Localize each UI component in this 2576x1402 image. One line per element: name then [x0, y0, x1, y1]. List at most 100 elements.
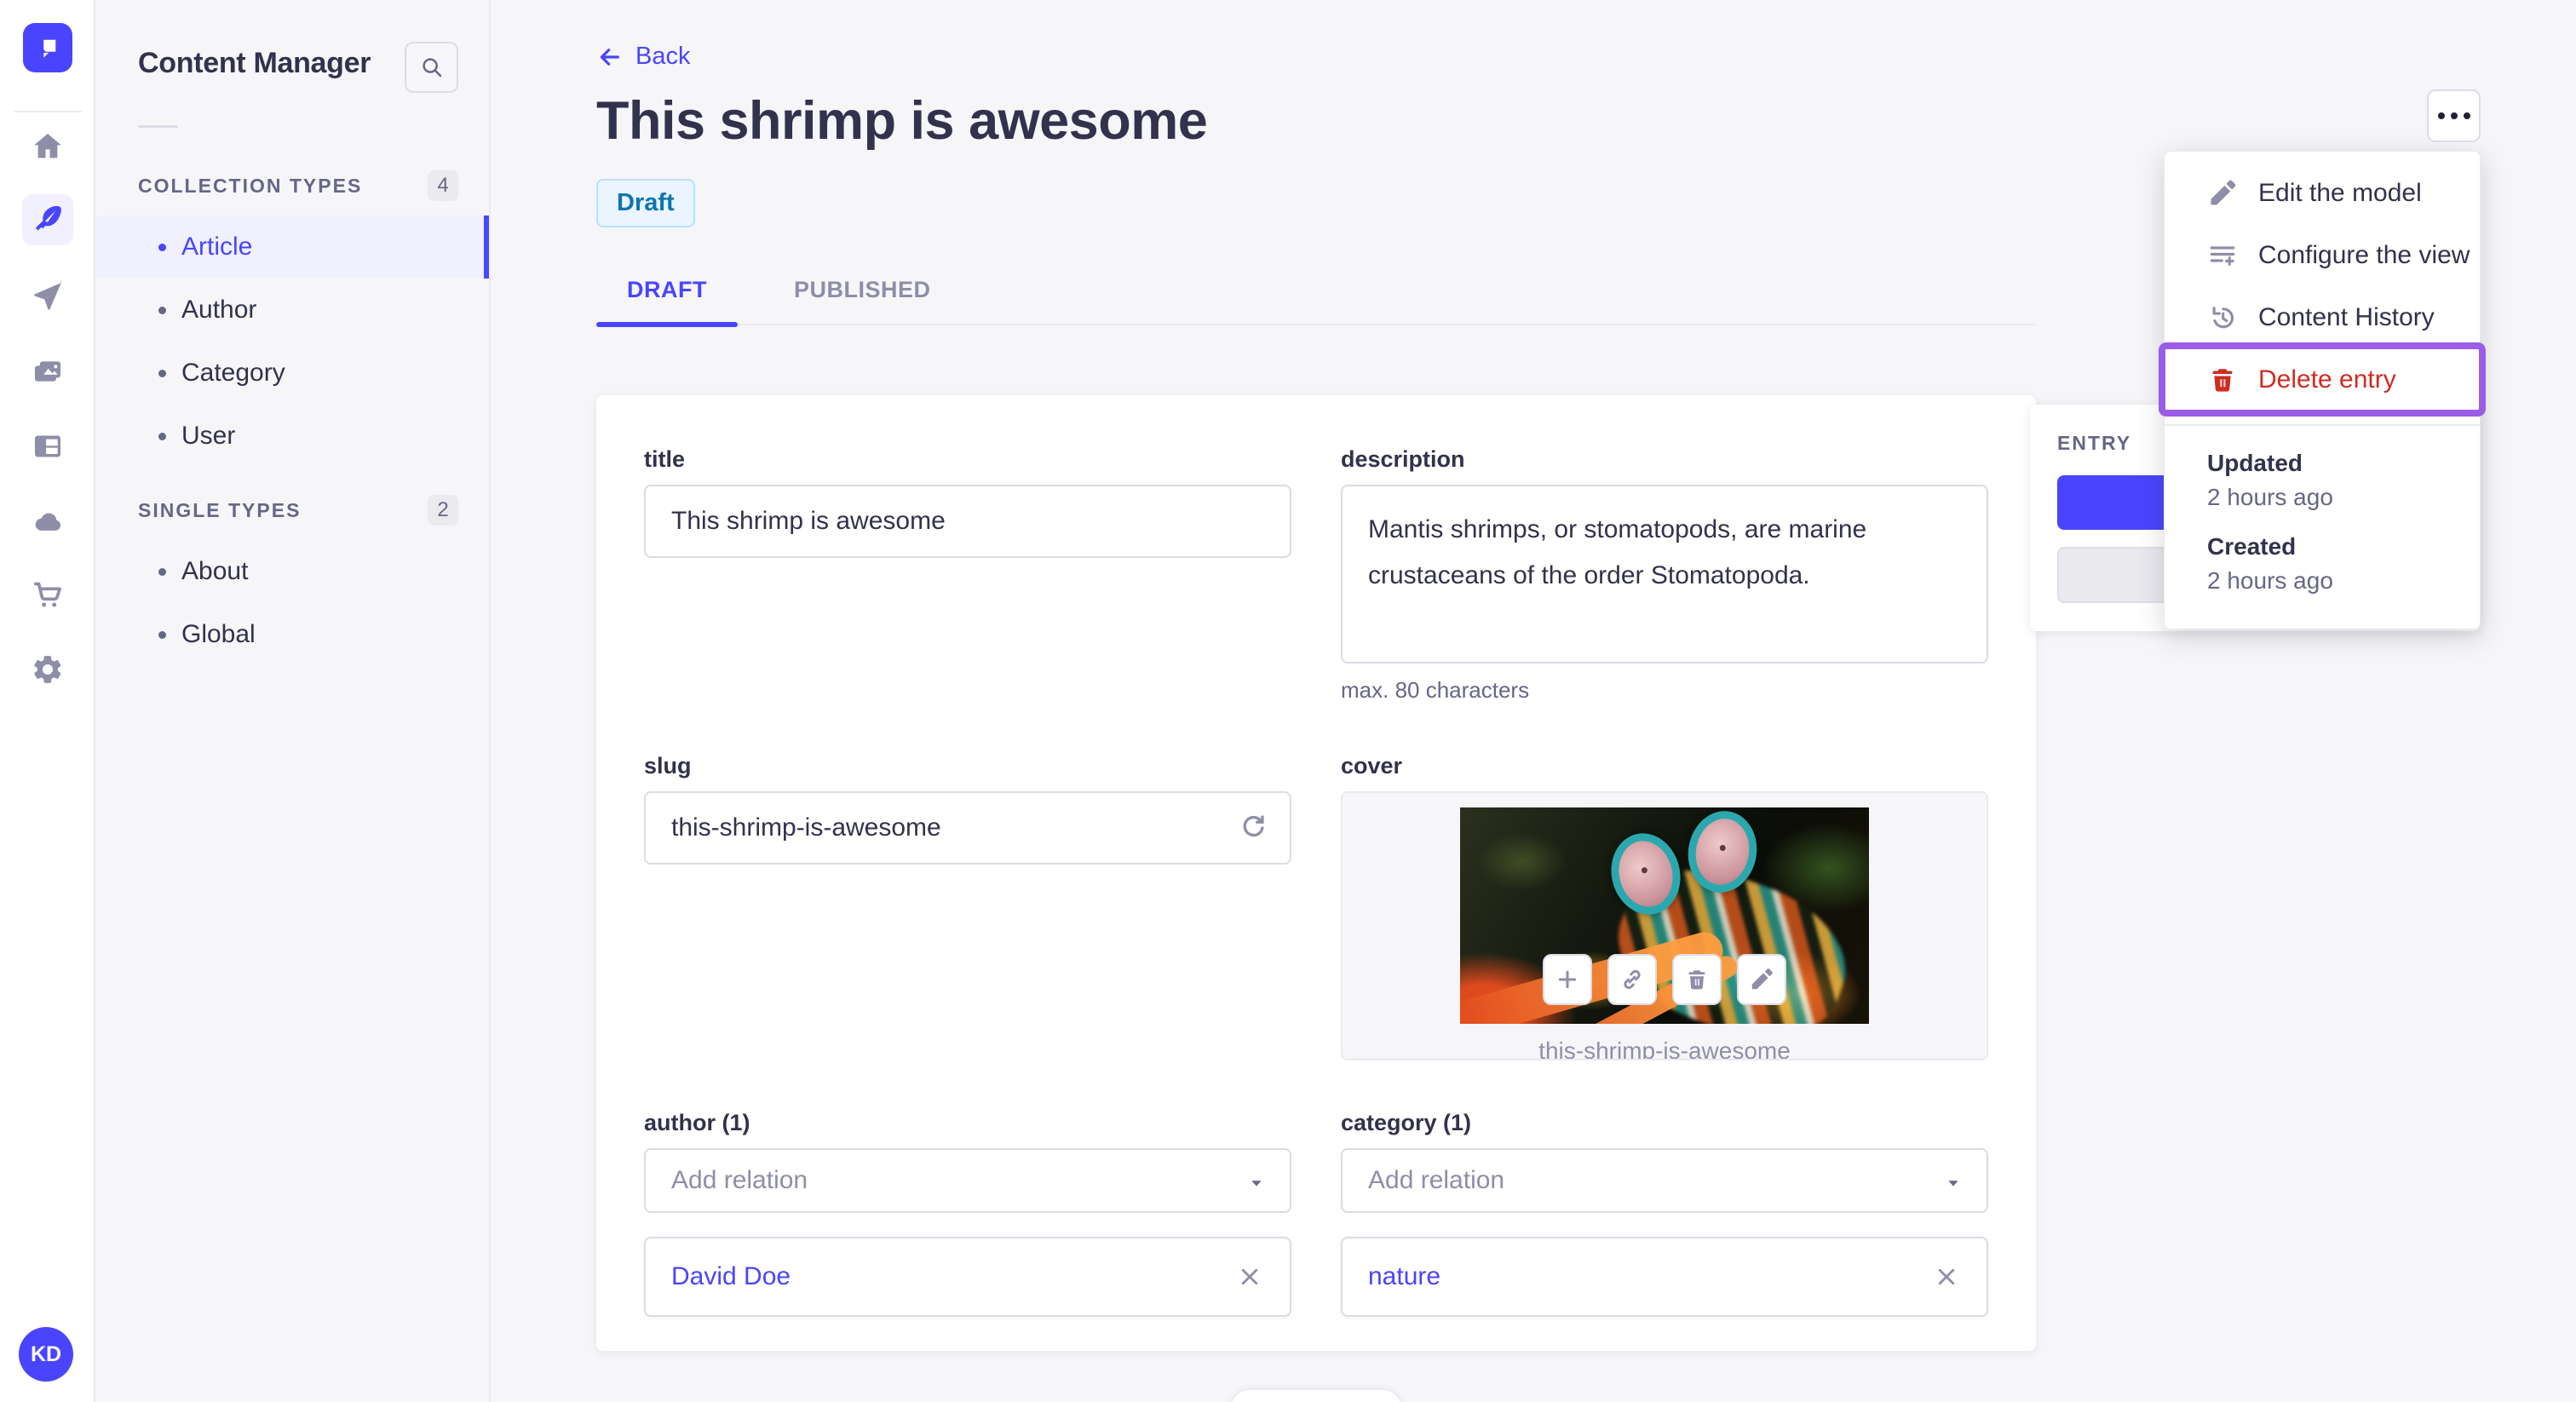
home-icon[interactable] [22, 121, 73, 172]
sidebar-item-label: Global [181, 620, 256, 648]
field-slug: slug [644, 753, 1291, 1060]
cloud-icon[interactable] [22, 496, 73, 547]
relation-link[interactable]: David Doe [671, 1262, 791, 1291]
select-placeholder: Add relation [671, 1165, 808, 1194]
sidebar-item-about[interactable]: About [95, 540, 489, 603]
menu-item-configure-the-view[interactable]: Configure the view [2165, 224, 2480, 286]
entry-context-menu: Edit the model Configure the view Conten… [2159, 151, 2486, 629]
sidebar-item-author[interactable]: Author [95, 279, 489, 342]
section-label: SINGLE TYPES [138, 498, 302, 521]
collapsed-bottom-pill[interactable] [1231, 1390, 1401, 1402]
title-input[interactable] [644, 484, 1291, 558]
author-relation-row: David Doe [644, 1236, 1291, 1317]
tab-draft[interactable]: DRAFT [596, 277, 738, 327]
arrow-left-icon [600, 48, 619, 66]
relation-link[interactable]: nature [1368, 1262, 1440, 1291]
bullet-icon [158, 306, 166, 314]
releases-icon[interactable] [22, 271, 73, 322]
menu-item-label: Delete entry [2258, 365, 2396, 394]
nav-rail: KD [0, 0, 95, 1402]
category-label: category (1) [1341, 1109, 1472, 1135]
created-label: Created [2207, 533, 2297, 560]
content-type-builder-icon[interactable] [22, 421, 73, 472]
cover-actions [1543, 953, 1786, 1005]
section-collection-types: COLLECTION TYPES 4 [95, 170, 489, 201]
remove-relation-icon[interactable] [1235, 1262, 1264, 1291]
plus-icon [1558, 970, 1577, 988]
menu-item-content-history[interactable]: Content History [2165, 286, 2480, 348]
strapi-logo-icon [43, 39, 56, 58]
field-title: title [644, 446, 1291, 704]
sidebar-item-global[interactable]: Global [95, 603, 489, 666]
section-label: COLLECTION TYPES [138, 174, 363, 197]
marketplace-cart-icon[interactable] [22, 569, 73, 620]
configure-list-icon [2210, 245, 2235, 266]
refresh-icon [1243, 814, 1264, 836]
menu-item-label: Configure the view [2258, 240, 2470, 269]
back-label: Back [635, 43, 691, 70]
sidebar-item-label: Article [181, 233, 253, 261]
remove-relation-icon[interactable] [1932, 1262, 1961, 1291]
bullet-icon [158, 243, 166, 251]
description-textarea[interactable]: Mantis shrimps, or stomatopods, are mari… [1341, 484, 1988, 664]
add-asset-button[interactable] [1543, 953, 1592, 1005]
sidebar-item-category[interactable]: Category [95, 342, 489, 405]
main-area: Back This shrimp is awesome Draft DRAFT … [491, 0, 2576, 1402]
entry-meta: Updated 2 hours ago Created 2 hours ago [2165, 426, 2480, 629]
slug-input[interactable] [644, 790, 1291, 865]
pencil-icon [2211, 180, 2236, 204]
bullet-icon [158, 369, 166, 377]
tab-published[interactable]: PUBLISHED [763, 277, 962, 324]
sidebar-item-label: About [181, 557, 249, 585]
section-count-badge: 4 [428, 170, 458, 201]
regenerate-slug-button[interactable] [1237, 812, 1269, 844]
sidebar-item-label: User [181, 422, 236, 450]
media-library-icon[interactable] [22, 346, 73, 397]
cover-asset-card: this-shrimp-is-awesome [1341, 790, 1988, 1060]
search-icon [422, 58, 441, 78]
content-manager-icon[interactable] [22, 194, 73, 245]
slug-label: slug [644, 752, 692, 779]
author-relation-select[interactable]: Add relation [644, 1147, 1291, 1213]
section-single-types: SINGLE TYPES 2 [95, 495, 489, 526]
strapi-logo[interactable] [23, 23, 72, 72]
back-link[interactable]: Back [596, 43, 690, 71]
more-options-button[interactable] [2427, 89, 2481, 142]
sidebar-item-user[interactable]: User [95, 405, 489, 468]
bullet-icon [158, 630, 166, 639]
delete-asset-button[interactable] [1672, 953, 1722, 1005]
field-author: author (1) Add relation David Doe [644, 1110, 1291, 1317]
menu-item-delete-entry[interactable]: Delete entry [2159, 342, 2486, 417]
settings-gear-icon[interactable] [22, 644, 73, 695]
page-title: This shrimp is awesome [596, 90, 1208, 151]
edit-asset-button[interactable] [1737, 953, 1786, 1005]
section-count-badge: 2 [428, 495, 458, 526]
sidebar-item-article[interactable]: Article [95, 215, 489, 279]
description-helper: max. 80 characters [1341, 676, 1530, 703]
sidebar-divider [138, 125, 178, 128]
updated-value: 2 hours ago [2207, 484, 2333, 510]
menu-item-label: Content History [2258, 302, 2435, 331]
menu-item-edit-the-model[interactable]: Edit the model [2165, 162, 2480, 224]
category-relation-select[interactable]: Add relation [1341, 1147, 1988, 1213]
user-avatar[interactable]: KD [19, 1327, 73, 1382]
category-relation-row: nature [1341, 1236, 1988, 1317]
field-category: category (1) Add relation nature [1341, 1110, 1988, 1317]
status-badge: Draft [596, 178, 695, 227]
created-value: 2 hours ago [2207, 567, 2333, 594]
pencil-icon [1751, 968, 1773, 989]
search-button[interactable] [405, 42, 458, 93]
history-icon [2212, 306, 2234, 328]
cover-label: cover [1341, 752, 1403, 779]
updated-label: Updated [2207, 450, 2303, 476]
trash-icon [1688, 969, 1705, 989]
author-label: author (1) [644, 1109, 750, 1135]
bullet-icon [158, 432, 166, 440]
title-label: title [644, 445, 686, 472]
cover-caption: this-shrimp-is-awesome [1538, 1037, 1791, 1060]
rail-divider [14, 111, 82, 112]
chevron-down-icon [1948, 1180, 1958, 1187]
description-label: description [1341, 445, 1465, 472]
cover-image [1460, 807, 1869, 1024]
copy-link-button[interactable] [1607, 953, 1657, 1005]
